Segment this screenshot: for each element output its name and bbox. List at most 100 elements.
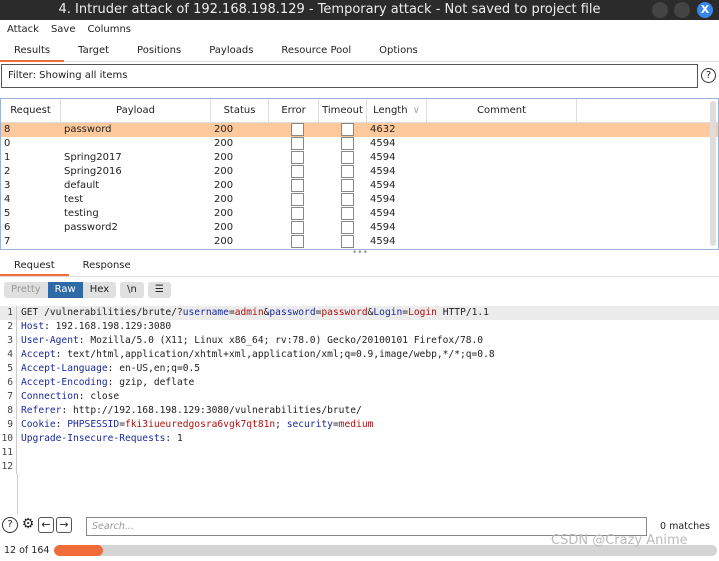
column-header-status[interactable]: Status	[211, 99, 269, 122]
help-icon[interactable]: ?	[701, 68, 716, 83]
column-header-payload[interactable]: Payload	[61, 99, 211, 122]
timeout-checkbox[interactable]	[341, 151, 354, 164]
table-row[interactable]: 1 Spring2017 200 4594	[1, 151, 718, 165]
timeout-checkbox[interactable]	[341, 165, 354, 178]
line-number: 7	[0, 390, 17, 404]
line-number: 4	[0, 348, 17, 362]
cell-error	[269, 123, 319, 137]
table-row[interactable]: 8 password 200 4632	[1, 123, 718, 137]
cell-timeout	[319, 193, 367, 207]
table-row[interactable]: 7 200 4594	[1, 235, 718, 249]
cell-payload: default	[64, 180, 100, 191]
tab-response[interactable]: Response	[69, 256, 145, 276]
table-row[interactable]: 0 200 4594	[1, 137, 718, 151]
table-scrollbar[interactable]	[710, 101, 716, 246]
cell-status: 200	[214, 194, 234, 205]
forward-arrow-icon[interactable]: →	[56, 517, 72, 533]
cell-length: 4594	[370, 180, 396, 191]
column-header-request[interactable]: Request	[1, 99, 61, 122]
error-checkbox[interactable]	[291, 179, 304, 192]
gutter-line	[17, 474, 18, 514]
tab-payloads[interactable]: Payloads	[195, 40, 267, 62]
tab-target[interactable]: Target	[64, 40, 123, 62]
table-row[interactable]: 4 test 200 4594	[1, 193, 718, 207]
menu-columns[interactable]: Columns	[87, 20, 131, 40]
line-number: 9	[0, 418, 17, 432]
error-checkbox[interactable]	[291, 221, 304, 234]
menu-icon[interactable]: ☰	[147, 282, 171, 298]
code-token: : gzip, deflate	[107, 377, 195, 388]
column-label: Comment	[477, 105, 526, 116]
tab-request[interactable]: Request	[0, 256, 69, 276]
table-row[interactable]: 2 Spring2016 200 4594	[1, 165, 718, 179]
window-title: 4. Intruder attack of 192.168.198.129 - …	[58, 2, 601, 17]
error-checkbox[interactable]	[291, 165, 304, 178]
cell-status: 200	[214, 138, 234, 149]
code-token: medium	[338, 419, 374, 430]
menu-attack[interactable]: Attack	[7, 20, 39, 40]
view-mode-group: Pretty Raw Hex	[4, 282, 117, 298]
column-header-length[interactable]: Length ∨	[367, 99, 427, 122]
hex-button[interactable]: Hex	[82, 282, 117, 298]
cell-request: 2	[4, 166, 11, 177]
timeout-checkbox[interactable]	[341, 137, 354, 150]
back-arrow-icon[interactable]: ←	[38, 517, 54, 533]
cell-error	[269, 179, 319, 193]
table-row[interactable]: 5 testing 200 4594	[1, 207, 718, 221]
timeout-checkbox[interactable]	[341, 123, 354, 136]
error-checkbox[interactable]	[291, 137, 304, 150]
timeout-checkbox[interactable]	[341, 193, 354, 206]
cell-error	[269, 221, 319, 235]
column-header-timeout[interactable]: Timeout	[319, 99, 367, 122]
minimize-button[interactable]	[652, 2, 668, 18]
newline-toggle-button[interactable]: \n	[120, 282, 144, 298]
tab-positions[interactable]: Positions	[123, 40, 195, 62]
cell-payload: test	[64, 194, 84, 205]
cell-status: 200	[214, 124, 234, 135]
code-line: 2 Host: 192.168.198.129:3080	[0, 320, 719, 334]
code-token: username	[182, 307, 229, 318]
code-token: admin	[234, 307, 264, 318]
timeout-checkbox[interactable]	[341, 235, 354, 248]
tab-options[interactable]: Options	[365, 40, 432, 62]
request-response-tabs: Request Response	[0, 256, 719, 277]
error-checkbox[interactable]	[291, 193, 304, 206]
pretty-button[interactable]: Pretty	[4, 282, 48, 298]
sort-chevron-icon: ∨	[412, 105, 420, 116]
column-header-comment[interactable]: Comment	[427, 99, 577, 122]
line-number: 3	[0, 334, 17, 348]
tab-results[interactable]: Results	[0, 40, 65, 62]
cell-comment	[427, 207, 577, 221]
cell-timeout	[319, 235, 367, 249]
raw-button[interactable]: Raw	[47, 282, 83, 298]
cell-payload: password2	[64, 222, 118, 233]
table-row[interactable]: 3 default 200 4594	[1, 179, 718, 193]
code-token: password	[269, 307, 316, 318]
cell-length: 4632	[370, 124, 396, 135]
code-token: User-Agent	[21, 335, 79, 346]
progress-count: 12 of 164	[4, 545, 50, 556]
gear-icon[interactable]: ⚙	[20, 517, 36, 533]
filter-bar[interactable]: Filter: Showing all items	[1, 64, 698, 88]
column-header-error[interactable]: Error	[269, 99, 319, 122]
tab-resource-pool[interactable]: Resource Pool	[267, 40, 365, 62]
menu-save[interactable]: Save	[51, 20, 76, 40]
maximize-button[interactable]	[674, 2, 690, 18]
code-token: Login	[373, 307, 403, 318]
error-checkbox[interactable]	[291, 235, 304, 248]
table-row[interactable]: 6 password2 200 4594	[1, 221, 718, 235]
view-buttons: Pretty Raw Hex \n ☰	[4, 282, 171, 298]
error-checkbox[interactable]	[291, 151, 304, 164]
help-icon[interactable]: ?	[2, 517, 18, 533]
request-editor[interactable]: 1 GET /vulnerabilities/brute/? username = ad…	[0, 306, 719, 474]
timeout-checkbox[interactable]	[341, 221, 354, 234]
code-line: 1 GET /vulnerabilities/brute/? username = ad…	[0, 306, 719, 320]
cell-comment	[427, 151, 577, 165]
error-checkbox[interactable]	[291, 207, 304, 220]
timeout-checkbox[interactable]	[341, 207, 354, 220]
timeout-checkbox[interactable]	[341, 179, 354, 192]
cell-comment	[427, 165, 577, 179]
close-button[interactable]: X	[697, 2, 713, 18]
error-checkbox[interactable]	[291, 123, 304, 136]
cell-timeout	[319, 179, 367, 193]
